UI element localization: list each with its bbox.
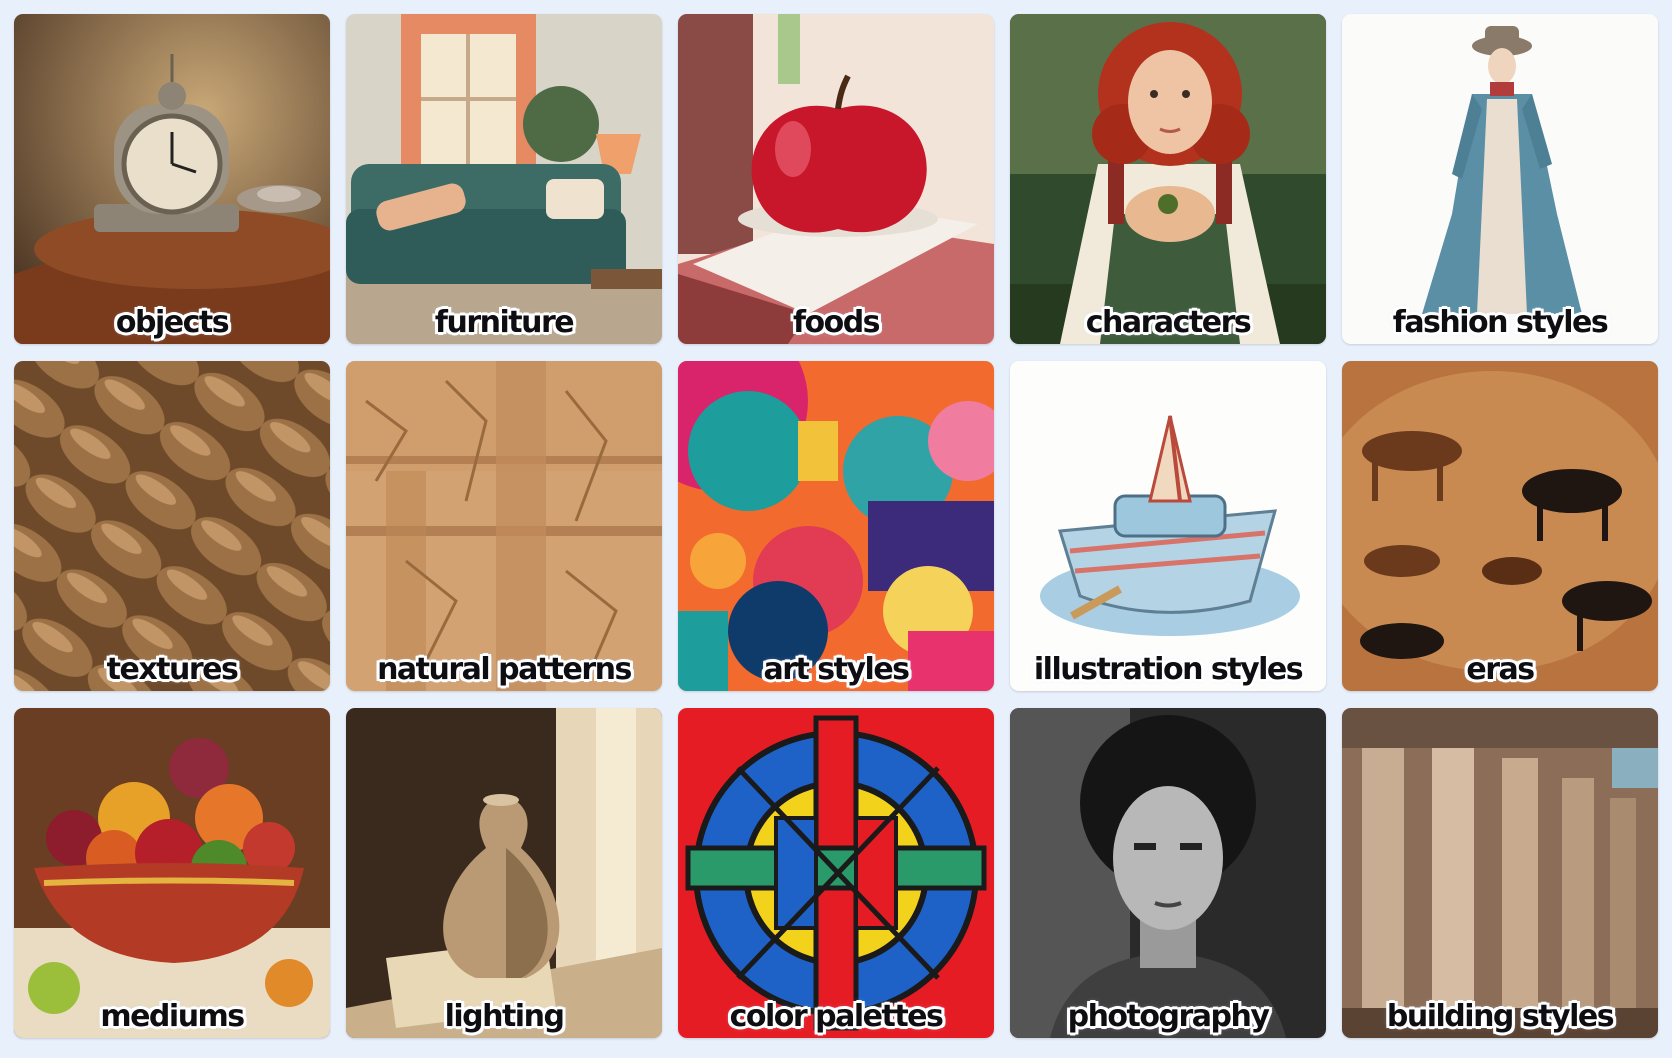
tile-photography[interactable]: photography xyxy=(1010,708,1326,1038)
tile-illustration-styles[interactable]: illustration styles xyxy=(1010,361,1326,691)
portrait-photo-image xyxy=(1010,708,1326,1038)
tile-textures[interactable]: textures xyxy=(14,361,330,691)
tile-lighting[interactable]: lighting xyxy=(346,708,662,1038)
tile-furniture[interactable]: furniture xyxy=(346,14,662,344)
tile-eras[interactable]: eras xyxy=(1342,361,1658,691)
tile-mediums[interactable]: mediums xyxy=(14,708,330,1038)
sofa-image xyxy=(346,14,662,344)
stained-glass-image xyxy=(678,708,994,1038)
knit-rope-image xyxy=(14,361,330,691)
tile-label: textures xyxy=(106,652,239,687)
tile-label: furniture xyxy=(434,305,575,340)
tile-label: characters xyxy=(1085,305,1252,340)
vase-sunlight-image xyxy=(346,708,662,1038)
tile-label: mediums xyxy=(100,999,245,1034)
victorian-coat-woman-image xyxy=(1342,14,1658,344)
tile-art-styles[interactable]: art styles xyxy=(678,361,994,691)
abstract-shapes-image xyxy=(678,361,994,691)
alarm-clock-image xyxy=(14,14,330,344)
tile-label: illustration styles xyxy=(1033,652,1304,687)
tile-label: photography xyxy=(1067,999,1270,1034)
tile-label: eras xyxy=(1466,652,1535,687)
tile-label: foods xyxy=(792,305,881,340)
tile-label: art styles xyxy=(763,652,910,687)
tile-characters[interactable]: characters xyxy=(1010,14,1326,344)
apple-image xyxy=(678,14,994,344)
fruit-bowl-painting-image xyxy=(14,708,330,1038)
tile-label: building styles xyxy=(1386,999,1615,1034)
greek-columns-image xyxy=(1342,708,1658,1038)
cracked-earth-image xyxy=(346,361,662,691)
tile-foods[interactable]: foods xyxy=(678,14,994,344)
toy-boat-image xyxy=(1010,361,1326,691)
tile-color-palettes[interactable]: color palettes xyxy=(678,708,994,1038)
tile-label: color palettes xyxy=(729,999,944,1034)
tile-label: natural patterns xyxy=(377,652,632,687)
tile-label: fashion styles xyxy=(1392,305,1609,340)
tile-fashion-styles[interactable]: fashion styles xyxy=(1342,14,1658,344)
tile-label: objects xyxy=(115,305,230,340)
cave-painting-image xyxy=(1342,361,1658,691)
tile-building-styles[interactable]: building styles xyxy=(1342,708,1658,1038)
tile-label: lighting xyxy=(444,999,565,1034)
tile-objects[interactable]: objects xyxy=(14,14,330,344)
category-grid: objects furniture foods characters fashi… xyxy=(14,14,1658,1038)
red-haired-girl-image xyxy=(1010,14,1326,344)
tile-natural-patterns[interactable]: natural patterns xyxy=(346,361,662,691)
